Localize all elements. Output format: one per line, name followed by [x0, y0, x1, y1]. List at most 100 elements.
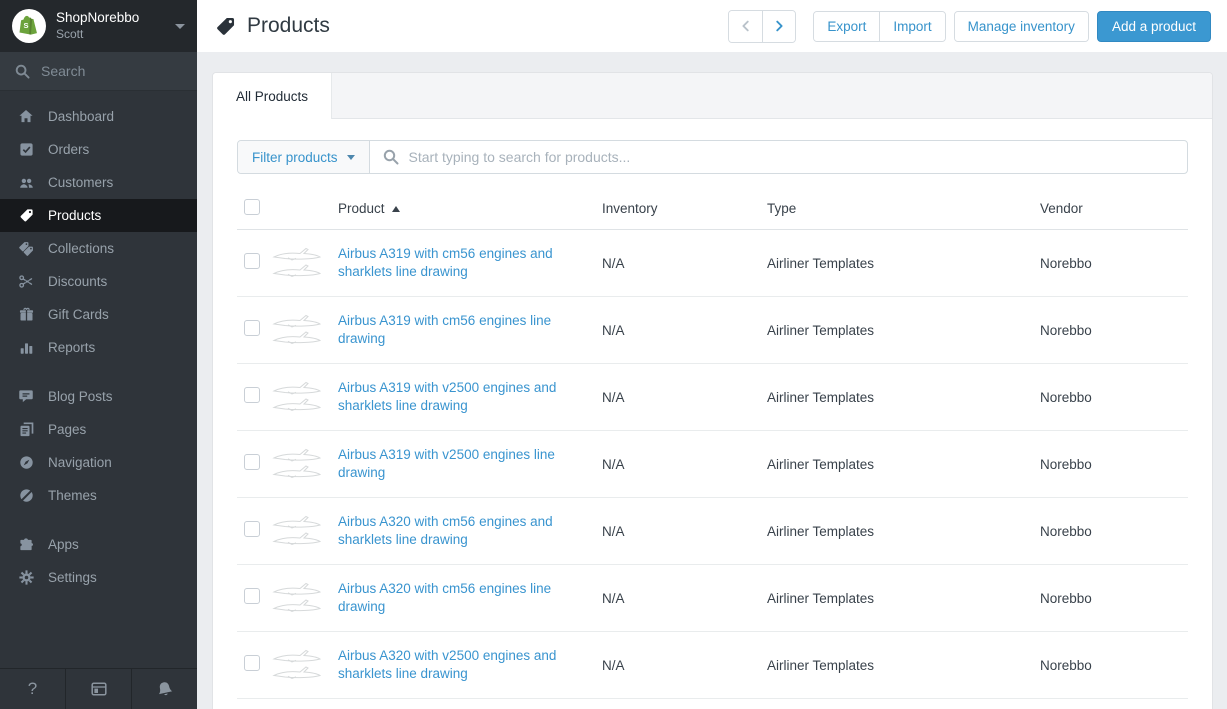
type-cell: Airliner Templates	[767, 322, 875, 338]
product-thumbnail[interactable]	[272, 581, 322, 615]
airplane-sketch-icon	[272, 247, 322, 278]
table-body: Airbus A319 with cm56 engines and sharkl…	[237, 230, 1188, 699]
svg-text:S: S	[23, 21, 28, 30]
search-icon	[15, 64, 30, 79]
inventory-cell: N/A	[602, 322, 625, 338]
sidebar-item-label: Collections	[48, 241, 115, 256]
tag-icon	[17, 208, 35, 224]
sidebar-item-themes[interactable]: Themes	[0, 479, 197, 512]
row-checkbox[interactable]	[244, 520, 260, 537]
nav-group: Apps Settings	[0, 528, 197, 594]
column-header-inventory[interactable]: Inventory	[602, 201, 767, 216]
row-checkbox[interactable]	[244, 386, 260, 403]
nav-group: Dashboard Orders Customers Products Collecti…	[0, 100, 197, 364]
product-thumbnail[interactable]	[272, 380, 322, 414]
bar-chart-icon	[17, 340, 35, 356]
column-header-product[interactable]: Product	[338, 201, 602, 216]
airplane-sketch-icon	[272, 515, 322, 546]
product-search-input[interactable]	[408, 149, 1174, 165]
product-thumbnail[interactable]	[272, 648, 322, 682]
sidebar-item-label: Settings	[48, 570, 97, 585]
gift-icon	[17, 307, 35, 323]
product-link[interactable]: Airbus A320 with v2500 engines and shark…	[338, 647, 568, 683]
nav-group: Blog Posts Pages Navigation Themes	[0, 380, 197, 512]
column-header-type[interactable]: Type	[767, 201, 1040, 216]
user-name: Scott	[56, 26, 84, 41]
vendor-cell: Norebbo	[1040, 523, 1092, 539]
next-page-button[interactable]	[762, 10, 796, 42]
vendor-cell: Norebbo	[1040, 456, 1092, 472]
product-link[interactable]: Airbus A320 with cm56 engines and sharkl…	[338, 513, 568, 549]
airplane-sketch-icon	[272, 582, 322, 613]
sidebar-item-collections[interactable]: Collections	[0, 232, 197, 265]
row-checkbox[interactable]	[244, 587, 260, 604]
brush-icon	[17, 488, 35, 504]
product-thumbnail[interactable]	[272, 447, 322, 481]
row-checkbox[interactable]	[244, 453, 260, 470]
help-icon[interactable]: ?	[0, 669, 66, 709]
sidebar-item-label: Apps	[48, 537, 79, 552]
sidebar-item-dashboard[interactable]: Dashboard	[0, 100, 197, 133]
product-link[interactable]: Airbus A319 with cm56 engines and sharkl…	[338, 245, 568, 281]
sidebar-item-label: Dashboard	[48, 109, 115, 124]
gear-icon	[17, 570, 35, 586]
product-link[interactable]: Airbus A319 with cm56 engines line drawi…	[338, 312, 568, 348]
add-product-button[interactable]: Add a product	[1096, 10, 1211, 42]
sidebar-item-gift-cards[interactable]: Gift Cards	[0, 298, 197, 331]
sidebar-item-apps[interactable]: Apps	[0, 528, 197, 561]
tab-all-products[interactable]: All Products	[213, 73, 333, 119]
product-link[interactable]: Airbus A319 with v2500 engines line draw…	[338, 446, 568, 482]
row-checkbox[interactable]	[244, 319, 260, 336]
sidebar-item-blog-posts[interactable]: Blog Posts	[0, 380, 197, 413]
sidebar-item-products[interactable]: Products	[0, 199, 197, 232]
product-thumbnail[interactable]	[272, 514, 322, 548]
type-cell: Airliner Templates	[767, 590, 875, 606]
sidebar: S ShopNorebbo Scott Dashboard Orders Custo…	[0, 0, 197, 709]
inventory-cell: N/A	[602, 590, 625, 606]
sidebar-item-settings[interactable]: Settings	[0, 561, 197, 594]
sidebar-item-customers[interactable]: Customers	[0, 166, 197, 199]
export-button[interactable]: Export	[814, 11, 880, 41]
product-link[interactable]: Airbus A320 with cm56 engines line drawi…	[338, 580, 568, 616]
import-button[interactable]: Import	[879, 11, 945, 41]
pages-icon	[17, 422, 35, 438]
sidebar-item-discounts[interactable]: Discounts	[0, 265, 197, 298]
sidebar-search-input[interactable]	[41, 63, 171, 79]
row-checkbox[interactable]	[244, 654, 260, 671]
sidebar-item-label: Customers	[48, 175, 114, 190]
sidebar-item-label: Pages	[48, 422, 87, 437]
sidebar-search[interactable]	[0, 52, 197, 91]
sidebar-item-label: Blog Posts	[48, 389, 113, 404]
shopify-bag-icon: S	[19, 15, 37, 35]
manage-inventory-button[interactable]: Manage inventory	[954, 11, 1088, 41]
airplane-sketch-icon	[272, 381, 322, 412]
column-header-vendor[interactable]: Vendor	[1040, 201, 1188, 216]
tag-icon	[217, 17, 235, 35]
product-thumbnail[interactable]	[272, 246, 322, 280]
sidebar-item-navigation[interactable]: Navigation	[0, 446, 197, 479]
airplane-sketch-icon	[272, 314, 322, 345]
table-row: Airbus A320 with cm56 engines and sharkl…	[237, 498, 1188, 565]
shop-switcher[interactable]: S ShopNorebbo Scott	[0, 0, 197, 52]
storefront-icon[interactable]	[66, 669, 132, 709]
chevron-left-icon	[742, 20, 749, 32]
product-thumbnail[interactable]	[272, 313, 322, 347]
sidebar-item-label: Orders	[48, 142, 90, 157]
chevron-down-icon[interactable]	[175, 23, 185, 29]
sidebar-item-reports[interactable]: Reports	[0, 331, 197, 364]
type-cell: Airliner Templates	[767, 657, 875, 673]
sidebar-item-orders[interactable]: Orders	[0, 133, 197, 166]
filter-products-button[interactable]: Filter products	[238, 141, 370, 173]
table-row: Airbus A319 with v2500 engines and shark…	[237, 364, 1188, 431]
product-link[interactable]: Airbus A319 with v2500 engines and shark…	[338, 379, 568, 415]
prev-page-button[interactable]	[729, 10, 763, 42]
sort-asc-icon	[391, 205, 400, 212]
inventory-cell: N/A	[602, 523, 625, 539]
select-all-checkbox[interactable]	[244, 199, 260, 215]
notifications-icon[interactable]	[132, 669, 197, 709]
column-label: Product	[338, 201, 385, 216]
sidebar-item-pages[interactable]: Pages	[0, 413, 197, 446]
customers-icon	[17, 175, 35, 191]
row-checkbox[interactable]	[244, 252, 260, 269]
chevron-down-icon	[346, 155, 355, 160]
